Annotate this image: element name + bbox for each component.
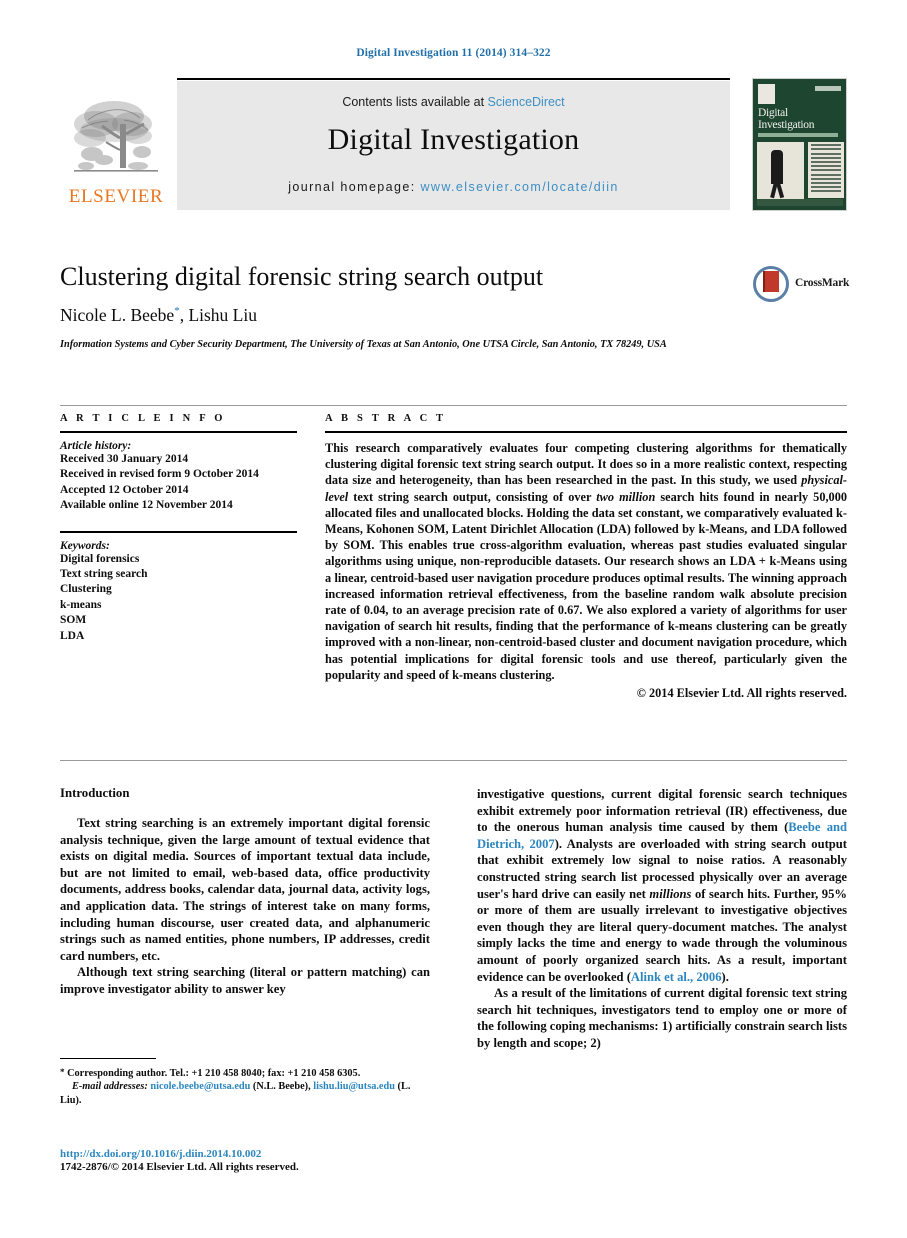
abstract-column: A B S T R A C T This research comparativ… bbox=[325, 405, 847, 701]
email-link-beebe[interactable]: nicole.beebe@utsa.edu bbox=[150, 1081, 250, 1092]
email-link-liu[interactable]: lishu.liu@utsa.edu bbox=[313, 1081, 395, 1092]
keyword-item: k-means bbox=[60, 598, 102, 611]
email-addresses-note: E-mail addresses: nicole.beebe@utsa.edu … bbox=[60, 1080, 430, 1107]
masthead-top-rule bbox=[177, 78, 730, 80]
elsevier-wordmark: ELSEVIER bbox=[68, 186, 164, 207]
history-item: Accepted 12 October 2014 bbox=[60, 483, 189, 496]
corresponding-author-note: * Corresponding author. Tel.: +1 210 458… bbox=[60, 1066, 430, 1080]
cover-subtitle-bar bbox=[758, 133, 838, 137]
contents-available-line: Contents lists available at ScienceDirec… bbox=[177, 95, 730, 109]
abstract-text: This research comparatively evaluates fo… bbox=[325, 440, 847, 683]
crossmark-book-icon bbox=[763, 271, 779, 298]
intro-paragraph-3: investigative questions, current digital… bbox=[477, 786, 847, 985]
journal-article-page: Digital Investigation 11 (2014) 314–322 bbox=[0, 0, 907, 1238]
citation-alink-2006[interactable]: Alink et al., 2006 bbox=[631, 970, 722, 984]
history-item: Available online 12 November 2014 bbox=[60, 499, 233, 512]
abstract-rule bbox=[325, 431, 847, 433]
history-item: Received 30 January 2014 bbox=[60, 453, 189, 465]
keyword-item: SOM bbox=[60, 614, 87, 627]
article-history-label: Article history: bbox=[60, 440, 132, 452]
body-column-left: Introduction Text string searching is an… bbox=[60, 786, 430, 998]
contents-prefix: Contents lists available at bbox=[342, 95, 488, 109]
introduction-heading: Introduction bbox=[60, 786, 130, 800]
affiliation: Information Systems and Cyber Security D… bbox=[60, 339, 667, 350]
abstract-emphasis-2: two million bbox=[596, 489, 656, 504]
running-head: Digital Investigation 11 (2014) 314–322 bbox=[356, 47, 551, 59]
article-info-column: A R T I C L E I N F O Article history: R… bbox=[60, 405, 297, 644]
keyword-item: Digital forensics bbox=[60, 552, 140, 565]
cover-contents-list bbox=[808, 142, 844, 198]
cover-photo bbox=[757, 142, 804, 204]
right-part-1d: ). bbox=[721, 969, 729, 984]
email-owner-1: (N.L. Beebe), bbox=[250, 1081, 314, 1093]
cover-publisher-badge bbox=[758, 84, 775, 104]
issn-copyright: 1742-2876/© 2014 Elsevier Ltd. All right… bbox=[60, 1161, 299, 1173]
author-list: Nicole L. Beebe*, Lishu Liu bbox=[60, 305, 847, 326]
footnote-rule bbox=[60, 1058, 156, 1059]
article-info-heading: A R T I C L E I N F O bbox=[60, 413, 226, 424]
cover-figure-icon bbox=[771, 150, 783, 184]
abstract-heading: A B S T R A C T bbox=[325, 413, 447, 424]
author-primary: Nicole L. Beebe bbox=[60, 305, 175, 325]
elsevier-tree-icon bbox=[74, 101, 158, 172]
masthead-banner: Contents lists available at ScienceDirec… bbox=[177, 81, 730, 210]
intro-paragraph-1: Text string searching is an extremely im… bbox=[60, 816, 430, 963]
doi-link[interactable]: http://dx.doi.org/10.1016/j.diin.2014.10… bbox=[60, 1148, 460, 1160]
keyword-item: Text string search bbox=[60, 568, 148, 581]
abstract-copyright: © 2014 Elsevier Ltd. All rights reserved… bbox=[636, 686, 847, 701]
journal-masthead: ELSEVIER Contents lists available at Sci… bbox=[60, 78, 847, 218]
title-block: Clustering digital forensic string searc… bbox=[60, 262, 850, 352]
sciencedirect-link[interactable]: ScienceDirect bbox=[488, 95, 565, 109]
crossmark-label: CrossMark bbox=[795, 277, 850, 289]
corresponding-author-text: Corresponding author. Tel.: +1 210 458 8… bbox=[64, 1068, 361, 1079]
elsevier-logo: ELSEVIER bbox=[60, 94, 172, 216]
crossmark-badge[interactable]: CrossMark bbox=[753, 266, 850, 302]
intro-paragraph-4: As a result of the limitations of curren… bbox=[477, 986, 847, 1050]
cover-title: Digital Investigation bbox=[758, 107, 815, 131]
email-label: E-mail addresses: bbox=[72, 1081, 148, 1093]
keyword-item: LDA bbox=[60, 629, 85, 642]
keywords-rule bbox=[60, 530, 297, 533]
body-columns: Introduction Text string searching is an… bbox=[60, 786, 847, 1186]
abstract-part-2: text string search output, consisting of… bbox=[348, 489, 597, 504]
keyword-item: Clustering bbox=[60, 583, 112, 596]
cover-issue-label bbox=[815, 86, 841, 91]
keywords-label: Keywords: bbox=[60, 539, 110, 552]
intro-paragraph-2: Although text string searching (literal … bbox=[60, 965, 430, 996]
cover-footer-bar bbox=[757, 199, 843, 206]
journal-homepage-link[interactable]: www.elsevier.com/locate/diin bbox=[420, 180, 618, 194]
journal-title: Digital Investigation bbox=[327, 123, 580, 156]
footnote-block: * Corresponding author. Tel.: +1 210 458… bbox=[60, 1058, 430, 1107]
abstract-part-3: search hits found in nearly 50,000 alloc… bbox=[325, 489, 848, 682]
imprint-block: http://dx.doi.org/10.1016/j.diin.2014.10… bbox=[60, 1148, 460, 1173]
right-emphasis-1: millions bbox=[649, 886, 692, 901]
homepage-prefix: journal homepage: bbox=[288, 180, 421, 194]
article-info-rule bbox=[60, 431, 297, 433]
abstract-part-1: This research comparatively evaluates fo… bbox=[325, 441, 847, 488]
cover-figure-leg-right bbox=[775, 181, 785, 199]
journal-cover-thumbnail: Digital Investigation bbox=[752, 78, 847, 211]
author-secondary: , Lishu Liu bbox=[179, 305, 257, 325]
body-column-right: investigative questions, current digital… bbox=[477, 786, 847, 1052]
history-item: Received in revised form 9 October 2014 bbox=[60, 468, 259, 481]
page-title: Clustering digital forensic string searc… bbox=[60, 262, 544, 291]
journal-homepage-line: journal homepage: www.elsevier.com/locat… bbox=[177, 180, 730, 194]
section-bottom-rule bbox=[60, 760, 847, 761]
